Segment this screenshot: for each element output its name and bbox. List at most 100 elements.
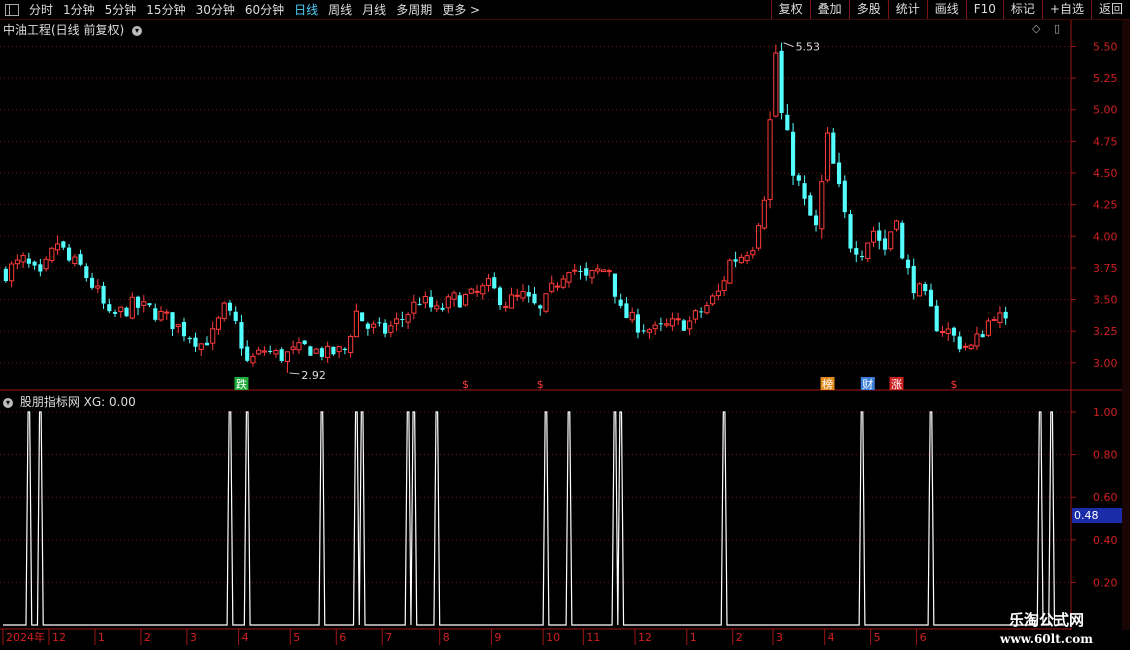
candle-body (296, 342, 302, 351)
candle-body (124, 307, 129, 317)
price-tick-label: 5.25 (1093, 72, 1118, 85)
candle-body (388, 325, 394, 333)
candle-body (26, 258, 31, 264)
price-axis: 5.50 5.25 5.00 4.75 4.50 4.25 4.00 3.75 3.50 3.25… (0, 40, 1118, 370)
candle-body (193, 337, 198, 347)
cursor-value-box: 0.48 (1072, 508, 1122, 523)
price-tick-label: 4.25 (1093, 199, 1118, 212)
event-marker: 榜 (822, 377, 833, 391)
candle-body (831, 132, 836, 164)
price-tick-label: 5.50 (1093, 40, 1118, 53)
candle-body (865, 242, 871, 260)
candle-body (882, 238, 888, 250)
candle-body (261, 350, 268, 353)
chevron-down-icon[interactable]: ▾ (132, 25, 143, 36)
candle-body (198, 343, 204, 350)
panel-icon[interactable]: ▯ (1054, 22, 1060, 35)
candle-body (273, 350, 279, 355)
low-arrow (289, 372, 300, 375)
candle-body (175, 324, 181, 328)
candle-body (572, 269, 578, 272)
candle-body (612, 273, 618, 297)
candle-body (290, 346, 296, 350)
candle-body (652, 324, 658, 330)
candle-body (939, 331, 946, 334)
candle-body (779, 50, 784, 113)
date-tick-label: 12 (52, 631, 66, 644)
candle-body (916, 283, 923, 297)
candle-body (854, 248, 859, 255)
candle-body (204, 342, 210, 346)
candle-body (635, 314, 640, 333)
candle-body (250, 355, 256, 364)
indicator-tick-label: 0.40 (1093, 534, 1118, 547)
candle-body (566, 272, 572, 283)
candle-body (153, 308, 158, 320)
candle-body (589, 270, 595, 279)
candle-body (158, 310, 164, 321)
candle-body (468, 288, 474, 294)
watermark: 乐淘公式网 www.60lt.com (1000, 609, 1093, 646)
candle-body (325, 345, 331, 358)
candle-body (49, 247, 55, 261)
candle-body (308, 346, 313, 356)
date-tick-label: 6 (920, 631, 927, 644)
candle-body (20, 255, 26, 263)
price-tick-label: 3.00 (1093, 357, 1118, 370)
candle-body (785, 114, 790, 131)
candle-body (962, 345, 969, 348)
candle-body (67, 247, 72, 261)
indicator-title: 股朋指标网 XG: 0.00 (19, 395, 136, 409)
candle-body (836, 162, 842, 185)
candle-body (394, 318, 400, 325)
date-tick-label: 11 (586, 631, 600, 644)
kline-chart[interactable]: 5.50 5.25 5.00 4.75 4.50 4.25 4.00 3.75 3.50 3.25… (0, 0, 1130, 650)
candle-body (681, 320, 686, 331)
candle-body (405, 314, 411, 323)
date-tick-label: 10 (546, 631, 560, 644)
candle-body (549, 282, 555, 292)
candle-body (618, 299, 623, 306)
candle-body (84, 266, 89, 279)
candle-body (538, 305, 543, 309)
candle-body (434, 305, 440, 310)
candle-body (422, 296, 428, 304)
candle-body (302, 340, 307, 345)
diamond-icon[interactable]: ◇ (1032, 22, 1040, 35)
event-markers: 跌 $ $ 榜 财 涨 $ (234, 377, 957, 391)
candle-body (89, 277, 95, 288)
date-tick-label: 5 (874, 631, 881, 644)
candle-body (313, 348, 319, 354)
candle-body (118, 306, 124, 313)
candle-body (61, 241, 66, 248)
date-tick-label: 5 (293, 631, 300, 644)
candle-body (606, 270, 612, 273)
date-tick-label: 2 (144, 631, 151, 644)
candle-body (129, 296, 135, 319)
candle-body (968, 344, 974, 350)
candle-body (870, 230, 877, 243)
chevron-down-icon[interactable]: ▾ (3, 397, 13, 408)
date-tick-label: 6 (339, 631, 346, 644)
candle-body (584, 268, 589, 276)
candle-body (135, 296, 141, 308)
candle-body (957, 336, 962, 350)
main-chart-title: 中油工程(日线 前复权) ▾ (3, 21, 145, 38)
candle-body (756, 225, 762, 249)
indicator-title-bar: ▾ 股朋指标网 XG: 0.00 (3, 393, 136, 410)
event-marker: $ (537, 378, 544, 391)
indicator-axis: 1.00 0.80 0.60 0.40 0.20 (0, 406, 1118, 589)
candle-body (624, 303, 629, 319)
price-tick-label: 4.50 (1093, 167, 1118, 180)
candle-body (331, 346, 336, 355)
candle-body (520, 291, 526, 299)
candle-body (503, 305, 509, 308)
candle-body (3, 268, 8, 282)
date-tick-label: 2024年 (6, 630, 45, 644)
candle-body (934, 305, 939, 332)
candle-body (72, 256, 78, 264)
candle-body (675, 318, 681, 321)
candle-body (78, 254, 83, 265)
candle-body (107, 304, 112, 312)
candle-body (1003, 311, 1008, 319)
